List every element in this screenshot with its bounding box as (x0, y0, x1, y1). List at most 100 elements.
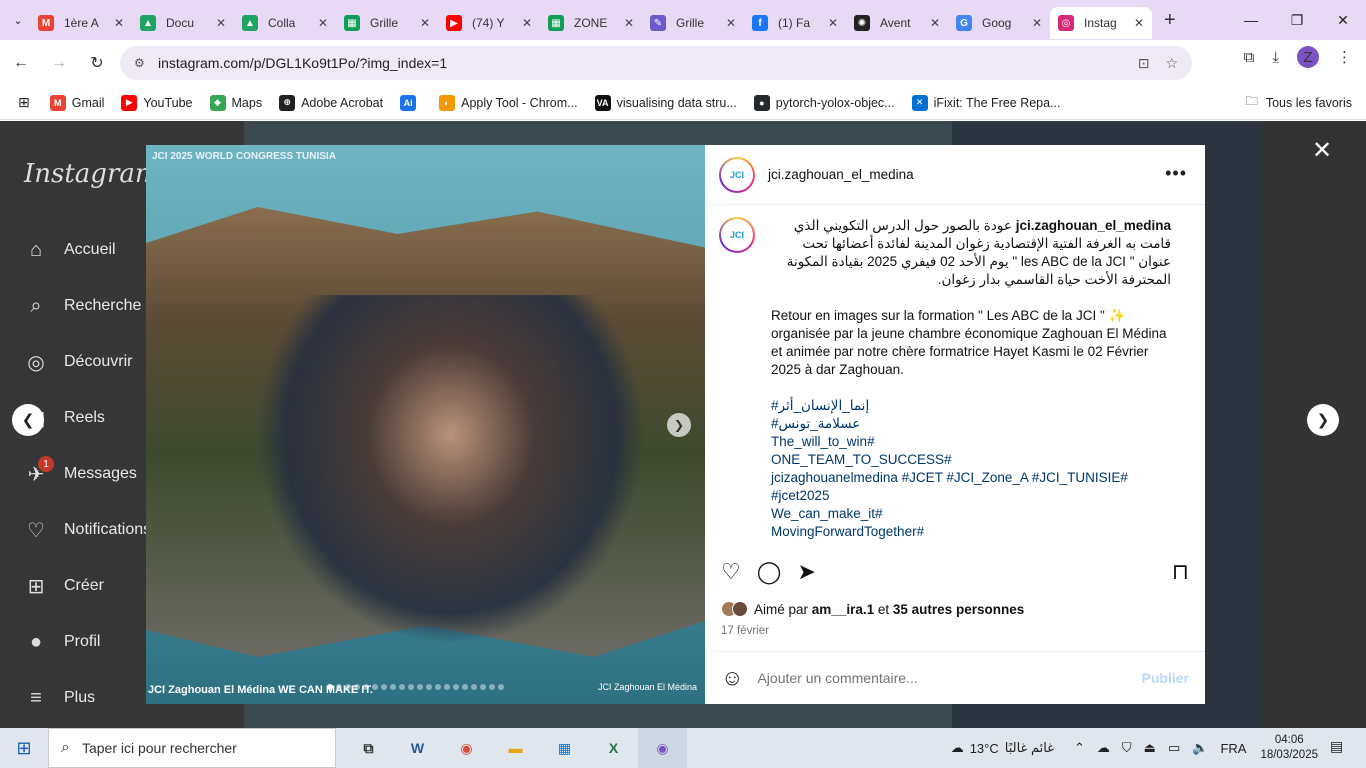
close-tab-icon[interactable]: ✕ (1134, 16, 1144, 30)
more-options-icon[interactable]: ••• (1165, 163, 1187, 184)
bookmark-item[interactable]: ✕ iFixit: The Free Repa... (911, 94, 1061, 111)
share-icon[interactable]: ➤ (797, 559, 815, 585)
hashtag-link[interactable]: We_can_make_it# (771, 505, 1171, 523)
browser-tab[interactable]: G Goog ✕ (948, 7, 1050, 39)
extensions-icon[interactable]: ⧉ (1244, 49, 1255, 66)
bookmark-item[interactable]: ◐ Apply Tool - Chrom... (439, 94, 578, 111)
new-tab-button[interactable]: + (1164, 9, 1176, 32)
browser-tab[interactable]: ▲ Docu ✕ (132, 7, 234, 39)
chevron-up-icon[interactable]: ⌃ (1074, 740, 1085, 756)
site-info-icon[interactable]: ⚙ (134, 56, 148, 70)
task-view-icon[interactable]: ⧉ (344, 728, 393, 768)
close-tab-icon[interactable]: ✕ (420, 16, 430, 30)
taskbar-search[interactable]: ⌕ Taper ici pour rechercher (48, 728, 336, 768)
hashtag-link[interactable]: ONE_TEAM_TO_SUCCESS# (771, 451, 1171, 469)
sidebar-item[interactable]: ≡ Plus (24, 686, 95, 710)
likes-user[interactable]: am__ira.1 (812, 602, 874, 617)
usb-icon[interactable]: ⏏ (1144, 740, 1156, 756)
sidebar-item[interactable]: ● Profil (24, 630, 101, 654)
address-bar[interactable]: ⚙ instagram.com/p/DGL1Ko9t1Po/?img_index… (120, 46, 1192, 80)
excel-icon[interactable]: X (589, 728, 638, 768)
next-post-button[interactable]: ❯ (1307, 404, 1339, 436)
restore-icon[interactable]: ❐ (1274, 0, 1320, 40)
browser-tab[interactable]: ▦ ZONE ✕ (540, 7, 642, 39)
browser-tab[interactable]: ✎ Grille ✕ (642, 7, 744, 39)
bookmark-item[interactable]: Ai (400, 94, 422, 111)
network-icon[interactable]: ▭ (1168, 740, 1180, 756)
bookmark-item[interactable]: M Gmail (49, 94, 104, 111)
close-tab-icon[interactable]: ✕ (318, 16, 328, 30)
tab-search-icon[interactable]: ⌄ (6, 8, 30, 32)
apps-grid-icon[interactable]: ⊞ (18, 94, 30, 111)
volume-icon[interactable]: 🔈 (1192, 740, 1208, 756)
emoji-icon[interactable]: ☺ (721, 665, 743, 691)
sidebar-item[interactable]: ⌂ Accueil (24, 238, 116, 262)
language-indicator[interactable]: FRA (1220, 741, 1246, 756)
windows-start-icon[interactable]: ⊞ (0, 728, 48, 768)
browser-tab[interactable]: ◎ Instag ✕ (1050, 7, 1152, 39)
chrome-profile-icon[interactable]: ◉ (638, 728, 687, 768)
sidebar-item[interactable]: ⊞ Créer (24, 574, 104, 598)
all-bookmarks[interactable]: 🗀 Tous les favoris (1245, 92, 1352, 113)
next-slide-button[interactable]: ❯ (667, 413, 691, 437)
profile-avatar[interactable]: Z (1297, 46, 1319, 68)
close-tab-icon[interactable]: ✕ (114, 16, 124, 30)
word-icon[interactable]: W (393, 728, 442, 768)
close-tab-icon[interactable]: ✕ (522, 16, 532, 30)
hashtag-link[interactable]: The_will_to_win# (771, 433, 1171, 451)
close-tab-icon[interactable]: ✕ (624, 16, 634, 30)
instagram-logo[interactable]: Instagram (24, 159, 160, 189)
bookmark-item[interactable]: VA visualising data stru... (594, 94, 737, 111)
browser-tab[interactable]: f (1) Fa ✕ (744, 7, 846, 39)
save-icon[interactable]: ⊓ (1172, 559, 1189, 585)
post-date[interactable]: 17 février (721, 625, 769, 637)
hashtag-link[interactable]: MovingForwardTogether# (771, 523, 1171, 541)
caption-avatar[interactable]: JCI (719, 217, 755, 253)
browser-tab[interactable]: M 1ère A ✕ (30, 7, 132, 39)
author-avatar[interactable]: JCI (719, 156, 755, 193)
bookmark-item[interactable]: ◆ Maps (209, 94, 262, 111)
comment-input[interactable]: Ajouter un commentaire... (757, 670, 1141, 686)
clock[interactable]: 04:06 18/03/2025 (1260, 733, 1318, 763)
likes-others[interactable]: 35 autres personnes (893, 602, 1024, 617)
bookmark-item[interactable]: ⊕ Adobe Acrobat (279, 94, 383, 111)
hashtag-link[interactable]: #jcet2025 (771, 487, 1171, 505)
comment-icon[interactable]: ◯ (757, 559, 782, 585)
close-modal-icon[interactable]: ✕ (1312, 136, 1332, 165)
sidebar-item[interactable]: ♡ Notifications (24, 518, 151, 542)
bookmark-item[interactable]: ▶ YouTube (121, 94, 193, 111)
forward-icon[interactable]: → (42, 46, 76, 80)
cloud-icon[interactable]: ☁ (1097, 740, 1110, 756)
close-tab-icon[interactable]: ✕ (828, 16, 838, 30)
minimize-icon[interactable]: — (1228, 0, 1274, 40)
post-photo[interactable]: JCI 2025 WORLD CONGRESS TUNISIA JCI Zagh… (146, 145, 705, 704)
like-icon[interactable]: ♡ (721, 559, 741, 585)
bookmark-item[interactable]: ● pytorch-yolox-objec... (753, 94, 895, 111)
sidebar-item[interactable]: ◎ Découvrir (24, 350, 132, 374)
close-tab-icon[interactable]: ✕ (930, 16, 940, 30)
bookmark-star-icon[interactable]: ☆ (1165, 55, 1178, 72)
download-icon[interactable]: ⤓ (1272, 49, 1279, 66)
notification-center-icon[interactable]: ▤ (1330, 738, 1354, 758)
previous-post-button[interactable]: ❮ (12, 404, 44, 436)
weather-widget[interactable]: ☁ 13°C غائم غالبًا (951, 740, 1054, 756)
install-app-icon[interactable]: ⊡ (1138, 55, 1150, 72)
back-icon[interactable]: ← (4, 46, 38, 80)
chrome-icon[interactable]: ◉ (442, 728, 491, 768)
author-username[interactable]: jci.zaghouan_el_medina (768, 167, 914, 182)
close-tab-icon[interactable]: ✕ (1032, 16, 1042, 30)
reload-icon[interactable]: ↻ (80, 46, 114, 80)
sidebar-item[interactable]: ✈ 1 Messages (24, 456, 137, 486)
hashtag-link[interactable]: jcizaghouanelmedina #JCET #JCI_Zone_A #J… (771, 469, 1171, 487)
browser-tab[interactable]: ▶ (74) Y ✕ (438, 7, 540, 39)
sidebar-item[interactable]: ⌕ Recherche (24, 294, 141, 318)
menu-kebab-icon[interactable]: ⋮ (1337, 48, 1352, 66)
browser-tab[interactable]: ✺ Avent ✕ (846, 7, 948, 39)
hashtag-link[interactable]: #عسلامة_تونس (771, 415, 1171, 433)
close-tab-icon[interactable]: ✕ (216, 16, 226, 30)
store-icon[interactable]: ▦ (540, 728, 589, 768)
close-window-icon[interactable]: ✕ (1320, 0, 1366, 40)
browser-tab[interactable]: ▲ Colla ✕ (234, 7, 336, 39)
hashtag-link[interactable]: #إنما_الإنسان_أثر (771, 397, 1171, 415)
file-explorer-icon[interactable]: ▬ (491, 728, 540, 768)
